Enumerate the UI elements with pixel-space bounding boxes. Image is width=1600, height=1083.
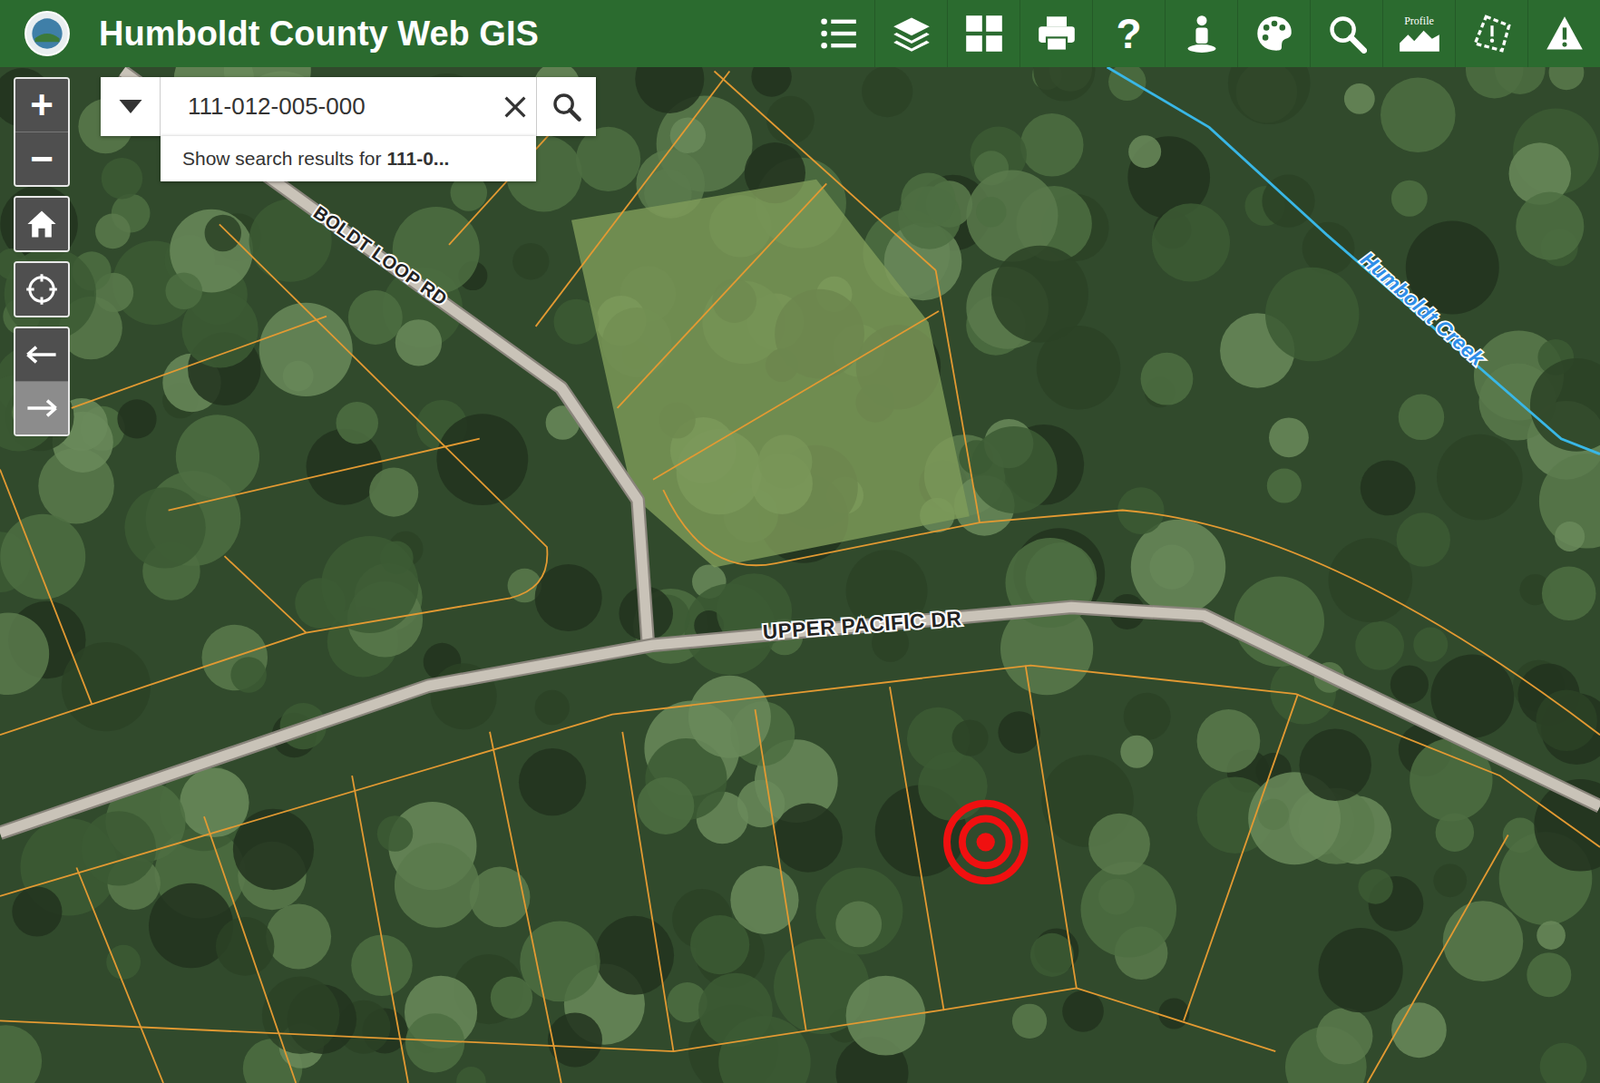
parcel-boundary <box>204 816 296 1083</box>
search-suggestion[interactable]: Show search results for111-0... <box>160 136 537 182</box>
parcel-boundary <box>1025 665 1077 989</box>
clearing <box>571 179 970 568</box>
suggestion-prefix: Show search results for <box>182 147 381 170</box>
suggestion-query: 111-0... <box>386 147 449 170</box>
locate-control <box>13 261 70 318</box>
parcel-boundary <box>1183 693 1298 1021</box>
help-label: ? <box>1115 12 1142 55</box>
alerts-button[interactable] <box>1527 0 1600 68</box>
caret-down-icon <box>118 99 143 114</box>
parcel-boundary <box>168 439 480 511</box>
road <box>122 71 648 646</box>
magnifier-icon <box>1326 13 1367 54</box>
search-bar: 111-012-005-000 <box>100 77 596 137</box>
search-input[interactable]: 111-012-005-000 <box>160 77 537 137</box>
search-button[interactable] <box>536 77 596 137</box>
county-seal-icon <box>23 9 71 58</box>
profile-button[interactable]: Profile <box>1382 0 1455 68</box>
header-bar: Humboldt County Web GIS? Profile <box>0 0 1600 68</box>
parcel-boundary <box>889 686 945 1011</box>
street-view-button[interactable] <box>1164 0 1238 68</box>
next-extent-button[interactable] <box>15 380 69 435</box>
parcel-boundary <box>663 489 1600 735</box>
creek-label: Humboldt Creek <box>1356 247 1490 371</box>
parcel-boundary <box>0 224 547 735</box>
gis-app: Humboldt County Web GIS? Profile BOLDT LOO… <box>0 0 1600 1083</box>
basemap-button[interactable] <box>946 0 1020 68</box>
search-source-dropdown[interactable] <box>100 77 161 137</box>
parcel-boundary <box>936 270 980 523</box>
list-icon <box>818 13 859 54</box>
search-widget: 111-012-005-000 Show search results for11… <box>100 77 596 182</box>
zoom-in-button[interactable]: + <box>15 78 69 132</box>
parcel-boundary <box>617 183 828 409</box>
layers-button[interactable] <box>874 0 947 68</box>
extent-navigation <box>13 326 70 437</box>
parcel-boundary <box>0 665 1600 897</box>
search-value: 111-012-005-000 <box>187 92 504 121</box>
home-icon <box>25 207 59 241</box>
legend-button[interactable] <box>801 0 875 68</box>
road-label: BOLDT LOOP RD <box>310 202 452 310</box>
locate-button[interactable] <box>15 263 69 316</box>
layers-icon <box>891 13 932 54</box>
parcel-boundary <box>224 556 307 633</box>
profile-label: Profile <box>1404 15 1435 28</box>
parcel-boundary <box>0 987 1276 1052</box>
parcel-boundary <box>0 468 92 704</box>
arrow-left-icon <box>25 343 59 366</box>
locate-icon <box>25 273 59 306</box>
previous-extent-button[interactable] <box>15 328 69 381</box>
zoom-out-button[interactable]: − <box>15 131 69 186</box>
creek-line <box>1107 67 1600 455</box>
parcel-boundary <box>755 709 807 1032</box>
parcel-boundary <box>622 731 674 1052</box>
target-marker-icon <box>946 803 1025 882</box>
print-button[interactable] <box>1019 0 1093 68</box>
aerial-imagery <box>0 67 1600 1083</box>
road-label: UPPER PACIFIC DR <box>761 606 963 644</box>
search-tool-button[interactable] <box>1309 0 1383 68</box>
clear-icon[interactable] <box>503 95 527 119</box>
palette-icon <box>1254 13 1295 54</box>
toolbar: ? Profile <box>801 0 1600 68</box>
parcel-boundary <box>653 311 939 480</box>
warning-icon <box>1544 13 1585 54</box>
parcel-boundary <box>1367 834 1509 1083</box>
draw-button[interactable] <box>1454 0 1528 68</box>
home-button[interactable] <box>15 197 69 251</box>
person-icon <box>1181 13 1222 54</box>
parcel-boundary <box>714 71 937 271</box>
map-canvas[interactable]: BOLDT LOOP RD UPPER PACIFIC DR Humboldt Cr… <box>0 67 1600 1083</box>
parcel-boundary <box>76 867 164 1083</box>
parcel-boundary <box>71 316 327 409</box>
grid-icon <box>964 13 1005 54</box>
zoom-controls: +− <box>13 77 70 187</box>
map-controls: +− <box>13 77 70 437</box>
elevation-profile-icon <box>1398 28 1441 52</box>
dashed-shape-icon <box>1472 13 1513 54</box>
printer-icon <box>1036 13 1077 54</box>
arrow-right-icon <box>25 397 59 420</box>
app-title: Humboldt County Web GIS <box>98 14 539 54</box>
help-button[interactable]: ? <box>1092 0 1165 68</box>
magnifier-icon <box>551 91 583 123</box>
map-view[interactable]: BOLDT LOOP RD UPPER PACIFIC DR Humboldt Cr… <box>0 67 1600 1083</box>
home-control <box>13 195 70 253</box>
parcel-boundary <box>489 731 562 1083</box>
symbology-button[interactable] <box>1237 0 1310 68</box>
parcel-boundary <box>351 775 409 1083</box>
